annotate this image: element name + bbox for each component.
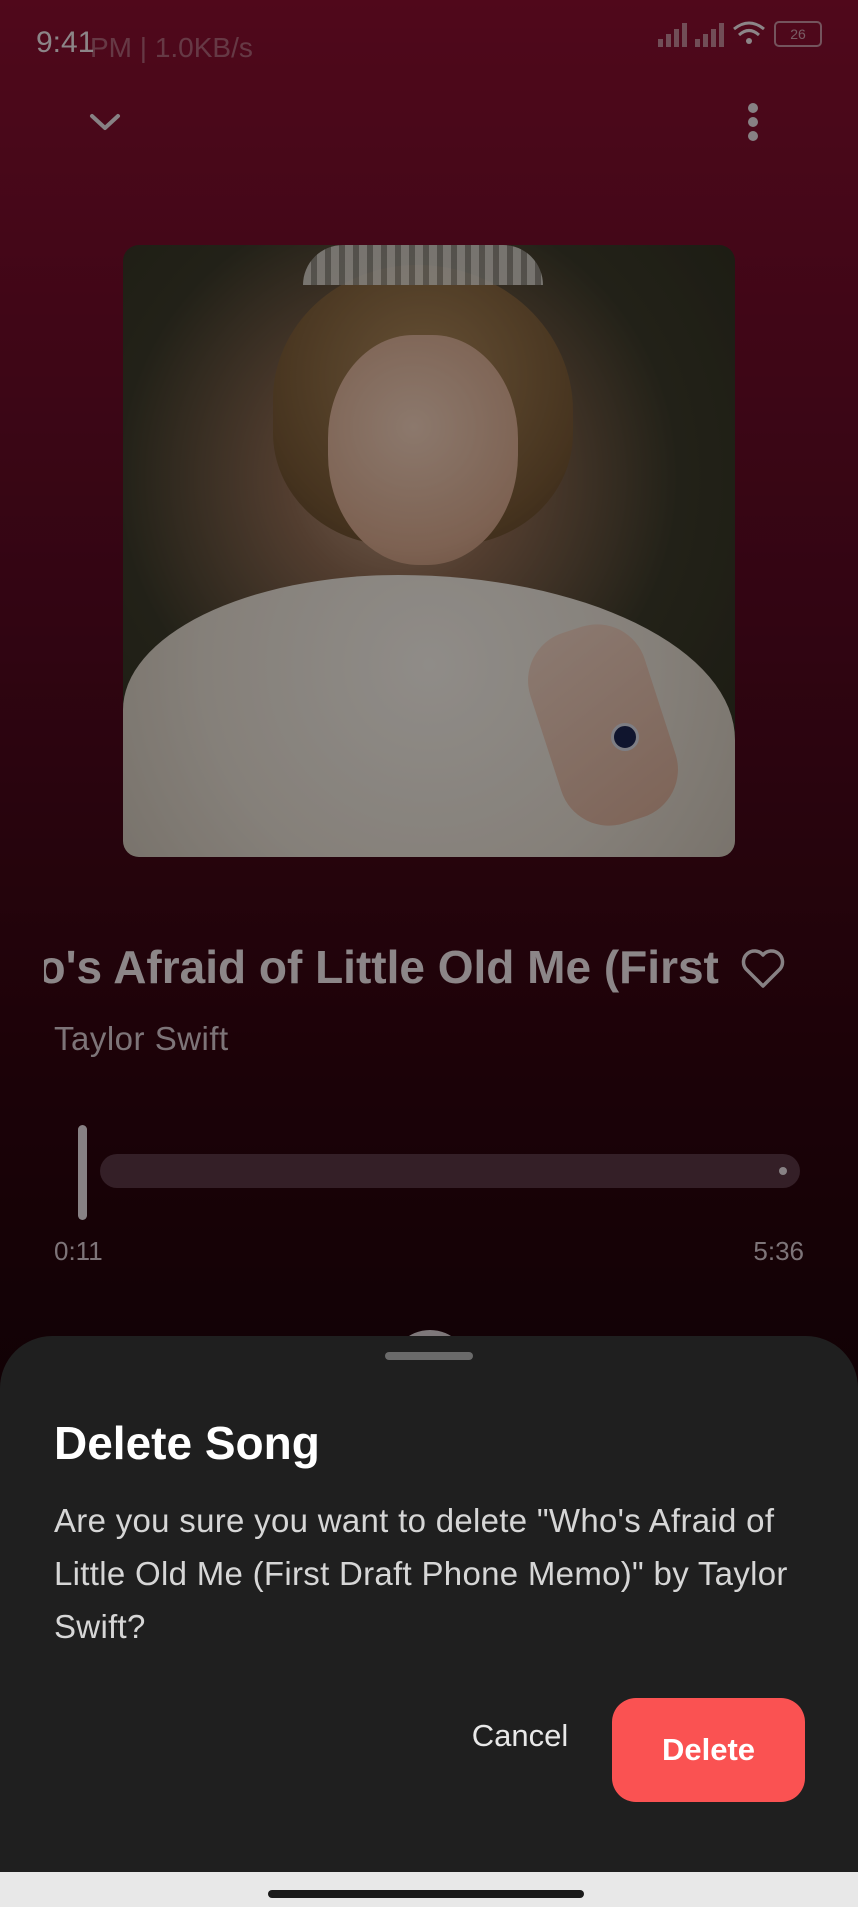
sheet-drag-handle[interactable] — [385, 1352, 473, 1360]
home-gesture-pill[interactable] — [268, 1890, 584, 1898]
delete-song-sheet: Delete Song Are you sure you want to del… — [0, 1336, 858, 1872]
navigation-bar — [0, 1872, 858, 1907]
delete-button[interactable]: Delete — [612, 1698, 805, 1802]
dialog-title: Delete Song — [54, 1417, 320, 1469]
dialog-message: Are you sure you want to delete "Who's A… — [54, 1502, 788, 1645]
cancel-button[interactable]: Cancel — [458, 1696, 582, 1776]
